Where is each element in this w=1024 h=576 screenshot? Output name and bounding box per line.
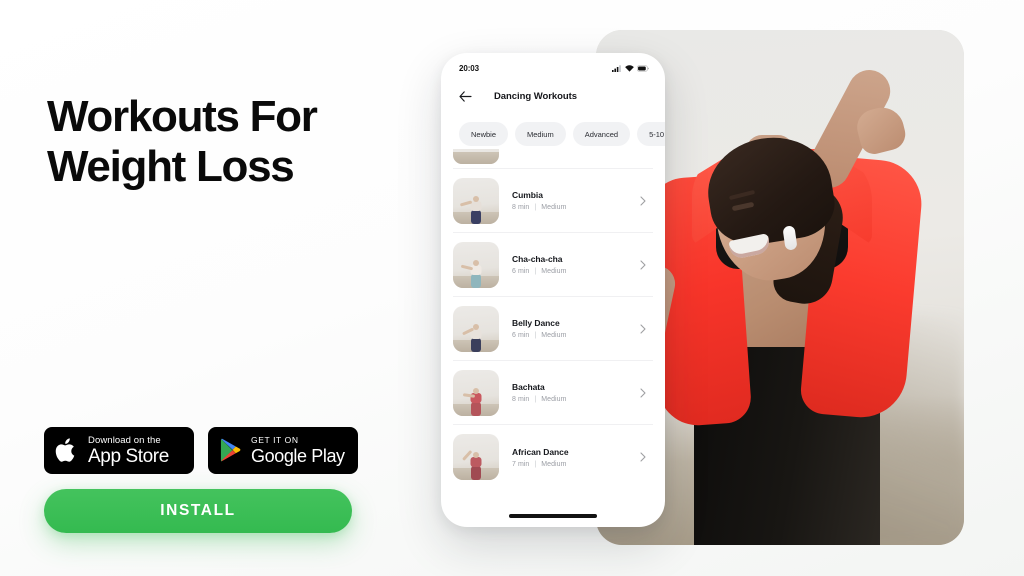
workout-level: Medium <box>541 204 567 211</box>
filter-chip-medium[interactable]: Medium <box>515 122 566 146</box>
meta-separator: | <box>534 204 537 211</box>
meta-separator: | <box>534 332 537 339</box>
phone-mockup: 20:03 Dancing Workouts Newbie Medium Adv… <box>441 53 665 527</box>
thumbnail-head <box>473 452 479 458</box>
workout-level: Medium <box>541 460 567 468</box>
headline-line-2: Weight Loss <box>47 142 295 191</box>
store-badges: Download on the App Store GET IT ON Goog… <box>44 427 358 474</box>
workout-duration: 8 min <box>512 396 530 403</box>
home-indicator <box>509 514 597 518</box>
battery-icon <box>637 64 649 72</box>
workout-thumbnail <box>453 434 499 480</box>
workout-thumbnail <box>453 177 499 224</box>
table-row[interactable]: Bachata 8 min | Medium <box>453 361 653 425</box>
chevron-right-icon[interactable] <box>637 323 649 335</box>
thumbnail-head <box>473 323 479 330</box>
meta-separator: | <box>534 268 537 275</box>
app-store-top-label: Download on the <box>88 434 161 446</box>
google-play-text: GET IT ON Google Play <box>251 435 345 467</box>
thumbnail-head <box>473 387 479 394</box>
table-row[interactable]: Belly Dance 6 min | Medium <box>453 297 653 361</box>
workout-duration: 7 min <box>512 460 530 468</box>
workout-duration: 6 min <box>512 332 530 339</box>
workout-thumbnail <box>453 305 499 352</box>
workout-info: African Dance 7 min | Medium <box>499 447 637 468</box>
google-play-top-label: GET IT ON <box>251 434 299 445</box>
signal-icon <box>612 64 621 72</box>
thumbnail-top <box>470 457 482 467</box>
app-store-bottom-label: App Store <box>88 445 169 467</box>
wifi-icon <box>624 64 634 72</box>
thumbnail-legs <box>471 466 481 480</box>
workout-meta: 7 min | Medium <box>512 461 637 468</box>
promo-left-panel: Workouts For Weight Loss Download on the… <box>0 0 430 576</box>
back-arrow-icon[interactable] <box>459 90 472 102</box>
filter-chip-duration[interactable]: 5-10 min <box>637 122 665 146</box>
workout-info: Bachata 8 min | Medium <box>499 382 637 403</box>
thumbnail-legs <box>471 209 481 224</box>
chevron-right-icon[interactable] <box>637 259 649 271</box>
google-play-badge[interactable]: GET IT ON Google Play <box>208 427 358 474</box>
workout-title: Belly Dance <box>512 318 560 328</box>
google-play-icon <box>220 438 241 462</box>
workout-duration: 6 min <box>512 268 530 275</box>
apple-icon <box>55 438 75 462</box>
workout-info: Cumbia 8 min | Medium <box>499 190 637 211</box>
workout-info: Cha-cha-cha 6 min | Medium <box>499 254 637 275</box>
status-bar: 20:03 <box>441 53 665 77</box>
filter-chip-advanced[interactable]: Advanced <box>572 122 631 146</box>
app-store-badge[interactable]: Download on the App Store <box>44 427 194 474</box>
workout-title: African Dance <box>512 446 569 457</box>
page-title: Workouts For Weight Loss <box>47 92 407 192</box>
workout-title: Cumbia <box>512 190 543 200</box>
list-item-partial[interactable] <box>453 149 653 169</box>
workout-meta: 6 min | Medium <box>512 332 637 339</box>
meta-separator: | <box>534 396 537 403</box>
workout-meta: 8 min | Medium <box>512 396 637 403</box>
workout-level: Medium <box>541 332 567 339</box>
workout-info: Belly Dance 6 min | Medium <box>499 318 637 339</box>
google-play-bottom-label: Google Play <box>251 445 345 466</box>
workout-meta: 8 min | Medium <box>512 204 637 211</box>
screen-title: Dancing Workouts <box>494 90 577 102</box>
headline-line-1: Workouts For <box>47 92 318 141</box>
status-time: 20:03 <box>459 63 479 73</box>
workout-level: Medium <box>541 268 567 275</box>
workout-duration: 8 min <box>512 204 530 211</box>
install-button[interactable]: INSTALL <box>44 489 352 533</box>
chevron-right-icon[interactable] <box>637 387 649 399</box>
thumbnail-legs <box>471 337 481 352</box>
app-nav-bar: Dancing Workouts <box>441 77 665 115</box>
table-row[interactable]: African Dance 7 min | Medium <box>453 425 653 489</box>
workout-level: Medium <box>541 396 567 403</box>
workout-meta: 6 min | Medium <box>512 268 637 275</box>
status-icons <box>612 64 649 72</box>
table-row[interactable]: Cumbia 8 min | Medium <box>453 169 653 233</box>
thumbnail-head <box>473 195 479 202</box>
workout-list[interactable]: Cumbia 8 min | Medium Cha-cha-cha 6 min … <box>441 149 665 501</box>
thumbnail-floor <box>453 152 499 164</box>
workout-title: Cha-cha-cha <box>512 254 563 264</box>
workout-thumbnail <box>453 241 499 288</box>
meta-separator: | <box>534 460 537 468</box>
chevron-right-icon[interactable] <box>637 451 649 463</box>
table-row[interactable]: Cha-cha-cha 6 min | Medium <box>453 233 653 297</box>
thumbnail-head <box>473 259 479 266</box>
filter-chips: Newbie Medium Advanced 5-10 min <box>441 115 665 149</box>
chevron-right-icon[interactable] <box>637 195 649 207</box>
thumbnail-arm <box>462 393 476 398</box>
thumbnail-legs <box>471 401 481 416</box>
app-store-text: Download on the App Store <box>88 435 169 467</box>
thumbnail-legs <box>471 273 481 288</box>
workout-title: Bachata <box>512 382 545 392</box>
workout-thumbnail <box>453 369 499 416</box>
filter-chip-newbie[interactable]: Newbie <box>459 122 509 146</box>
workout-thumbnail <box>453 149 499 164</box>
